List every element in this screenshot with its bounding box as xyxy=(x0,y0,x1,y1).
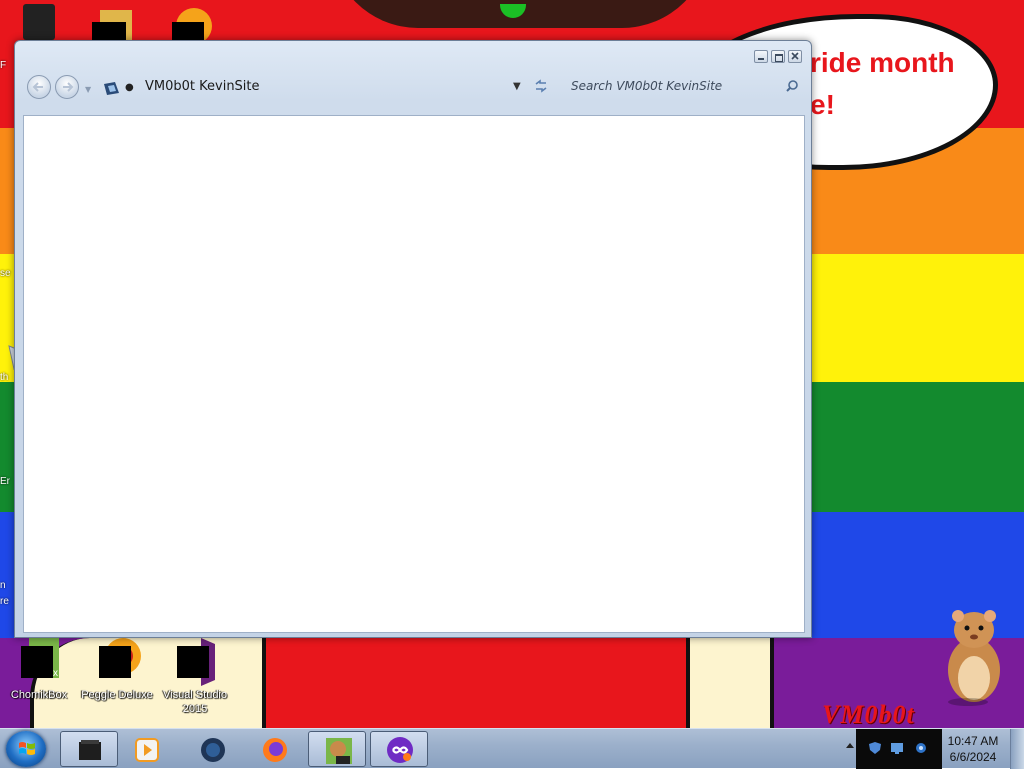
desktop-icon-label: Visual Studio 2015 xyxy=(162,689,227,715)
clock-time: 10:47 AM xyxy=(947,734,999,748)
navigation-bar: ▼ ● VM0b0t KevinSite ▼ Search VM0b0t Kev… xyxy=(15,69,811,109)
peggle-icon xyxy=(93,638,141,686)
taskbar: 10:47 AM 6/6/2024 xyxy=(0,728,1024,769)
back-arrow-icon xyxy=(32,82,43,92)
desktop-icon-label: Peggle Deluxe xyxy=(81,689,153,701)
forward-arrow-icon xyxy=(63,82,74,92)
folder-icon xyxy=(92,10,132,42)
minimize-icon xyxy=(758,58,764,60)
desktop-label-fragment: re xyxy=(0,596,9,607)
windows-logo-icon xyxy=(19,742,35,755)
firefox-icon xyxy=(263,738,287,762)
search-placeholder: Search VM0b0t KevinSite xyxy=(571,79,723,93)
desktop-icon-chomikbox[interactable]: x ChomikBox xyxy=(0,638,78,702)
taskbar-item-explorer[interactable] xyxy=(60,731,118,767)
show-desktop-button[interactable] xyxy=(1010,729,1024,769)
refresh-button[interactable] xyxy=(533,78,549,98)
maximize-button[interactable] xyxy=(771,50,785,63)
desktop-label-fragment: n xyxy=(0,580,6,591)
taskbar-item-chomikbox[interactable] xyxy=(308,731,366,767)
search-input[interactable]: Search VM0b0t KevinSite xyxy=(563,75,803,99)
close-icon xyxy=(791,52,799,60)
network-location-icon xyxy=(104,82,119,95)
recent-pages-dropdown[interactable]: ▼ xyxy=(85,85,91,94)
desktop-icon-visual-studio[interactable]: Visual Studio 2015 xyxy=(156,638,234,716)
file-list-pane[interactable] xyxy=(23,115,805,633)
brand-logo-text: VM0b0t xyxy=(822,700,915,728)
folder-icon xyxy=(79,740,101,760)
svg-text:x: x xyxy=(53,668,58,679)
taskbar-item-network[interactable] xyxy=(184,731,242,767)
chomikbox-icon xyxy=(326,738,352,764)
hamster-image xyxy=(948,610,1000,706)
desktop-label-fragment: se xyxy=(0,268,11,279)
app-icon xyxy=(387,737,413,763)
minimize-button[interactable] xyxy=(754,50,768,63)
network-monitor-icon[interactable] xyxy=(890,741,904,755)
forward-button[interactable] xyxy=(55,75,79,99)
media-player-icon xyxy=(135,738,159,762)
system-clock[interactable]: 10:47 AM 6/6/2024 xyxy=(944,733,1002,765)
search-icon[interactable] xyxy=(785,79,799,93)
show-hidden-icons-button[interactable] xyxy=(846,743,854,748)
peggle-icon xyxy=(172,8,212,44)
visual-studio-icon xyxy=(171,638,219,686)
refresh-icon xyxy=(535,79,547,93)
desktop-icon-label: ChomikBox xyxy=(10,689,68,701)
volume-icon[interactable] xyxy=(914,741,928,755)
desktop-icon-recycle-bin[interactable] xyxy=(20,4,58,44)
address-bar-location[interactable]: VM0b0t KevinSite xyxy=(145,79,260,94)
maximize-icon xyxy=(775,54,783,62)
taskbar-item-firefox[interactable] xyxy=(246,731,304,767)
explorer-window: ▼ ● VM0b0t KevinSite ▼ Search VM0b0t Kev… xyxy=(14,40,812,638)
start-button[interactable] xyxy=(6,731,46,767)
desktop-icon-peggle-deluxe[interactable]: Peggle Deluxe xyxy=(78,638,156,702)
taskbar-item-media-player[interactable] xyxy=(118,731,176,767)
chomikbox-icon: x xyxy=(15,638,63,686)
desktop-label-fragment: Er xyxy=(0,476,10,487)
speech-bubble-text: ride month e! xyxy=(810,47,955,120)
wallpaper-shape-middle xyxy=(262,638,694,728)
close-button[interactable] xyxy=(788,50,802,63)
desktop-label-fragment: F xyxy=(0,60,7,71)
globe-icon xyxy=(201,738,225,762)
security-shield-icon[interactable] xyxy=(868,741,882,755)
wallpaper-shape-right xyxy=(686,638,774,728)
hidden-desktop-labels: F se th Er n re xyxy=(0,40,14,640)
back-button[interactable] xyxy=(27,75,51,99)
address-dropdown-button[interactable]: ▼ xyxy=(513,81,521,92)
recycle-bin-icon xyxy=(23,4,55,40)
taskbar-item-app[interactable] xyxy=(370,731,428,767)
clock-date: 6/6/2024 xyxy=(949,750,997,764)
system-tray xyxy=(856,729,942,769)
desktop-label-fragment: th xyxy=(0,372,9,383)
breadcrumb-separator[interactable]: ● xyxy=(125,82,134,93)
